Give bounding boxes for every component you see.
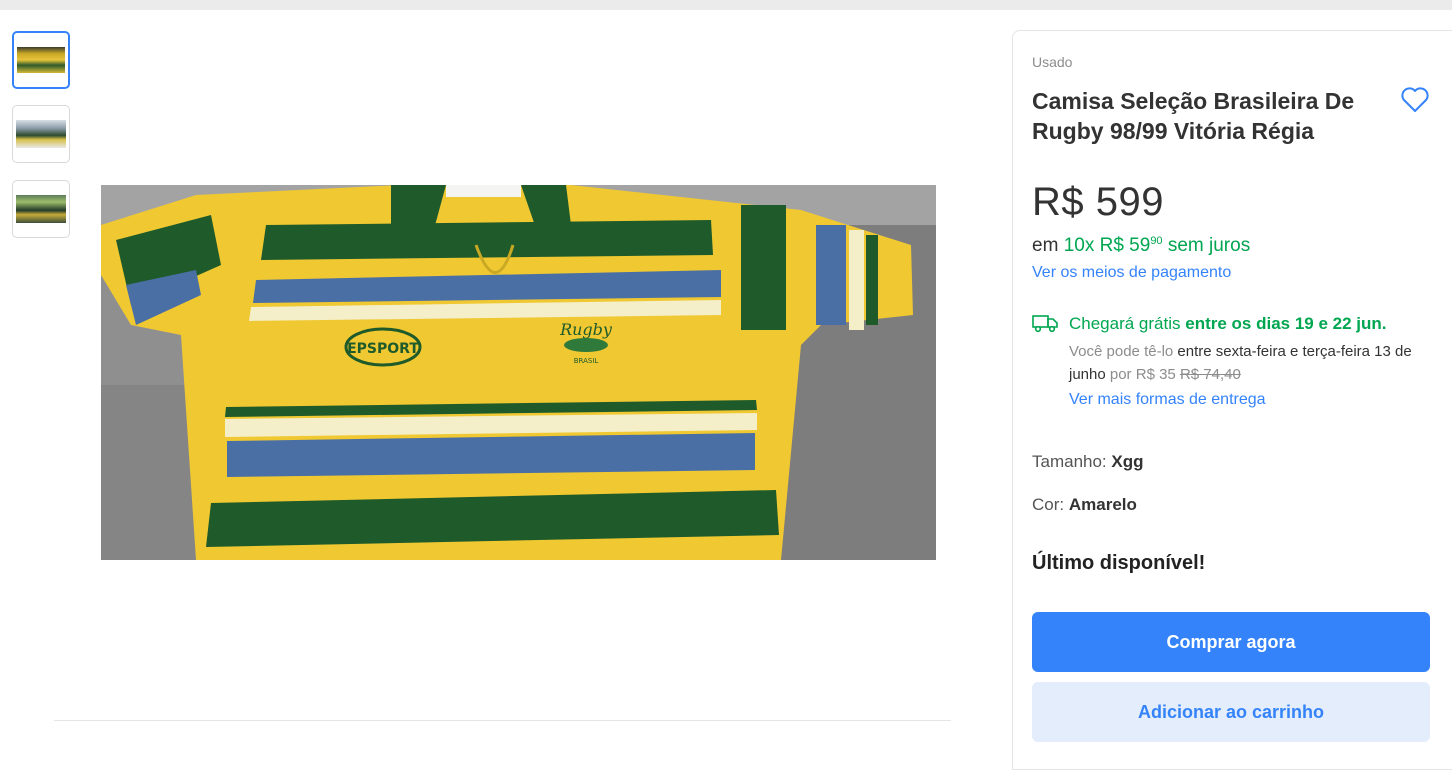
thumbnail-2[interactable] [12,105,70,163]
divider [54,720,951,721]
heart-icon [1401,87,1429,112]
installments-cents: 90 [1150,235,1163,247]
buy-now-button[interactable]: Comprar agora [1032,612,1430,672]
product-title: Camisa Seleção Brasileira De Rugby 98/99… [1032,88,1355,144]
alt-shipping-por: por [1109,366,1132,383]
size-label: Tamanho: [1032,452,1107,471]
shirt-logo-left: EPSPORT [347,341,419,357]
thumbnail-image [17,47,65,73]
thumbnail-image [16,195,66,223]
installments-prefix: em [1032,235,1059,256]
truck-icon [1032,315,1058,333]
shirt-logo-right-bottom: BRASIL [574,357,599,365]
size-value: Xgg [1111,452,1144,471]
add-to-cart-button[interactable]: Adicionar ao carrinho [1032,682,1430,742]
alt-shipping-price: R$ 35 [1135,366,1176,383]
alt-shipping-prefix: Você pode tê-lo [1069,343,1174,360]
product-image[interactable]: EPSPORT Rugby BRASIL [101,185,936,560]
installments: em 10x R$ 5990 sem juros [1032,228,1250,259]
favorite-button[interactable] [1400,86,1430,114]
size-attribute: Tamanho: Xgg [1032,452,1144,472]
color-value: Amarelo [1068,495,1137,514]
installments-value: R$ 59 [1099,235,1151,256]
installments-suffix: sem juros [1167,235,1251,256]
top-bar [0,0,1452,10]
stock-message: Último disponível! [1032,552,1206,574]
more-shipping-link[interactable]: Ver mais formas de entrega [1069,391,1266,409]
color-label: Cor: [1032,495,1065,514]
free-shipping-dates: entre os dias 19 e 22 jun. [1185,314,1387,333]
color-attribute: Cor: Amarelo [1032,495,1137,515]
alternative-shipping-text: Você pode tê-lo entre sexta-feira e terç… [1069,340,1429,386]
installments-count: 10x [1063,235,1095,256]
free-shipping-text: Chegará grátis entre os dias 19 e 22 jun… [1069,313,1387,335]
free-shipping-label: Chegará grátis [1069,314,1181,333]
shirt-logo-right-top: Rugby [559,320,613,339]
condition-label: Usado [1032,54,1073,70]
thumbnail-3[interactable] [12,180,70,238]
payment-methods-link[interactable]: Ver os meios de pagamento [1032,264,1231,282]
price: R$ 599 [1032,180,1164,224]
thumbnail-image [16,120,66,148]
thumbnail-1[interactable] [12,31,70,89]
alt-shipping-old-price: R$ 74,40 [1179,366,1241,383]
shirt-illustration: EPSPORT Rugby BRASIL [101,185,936,560]
